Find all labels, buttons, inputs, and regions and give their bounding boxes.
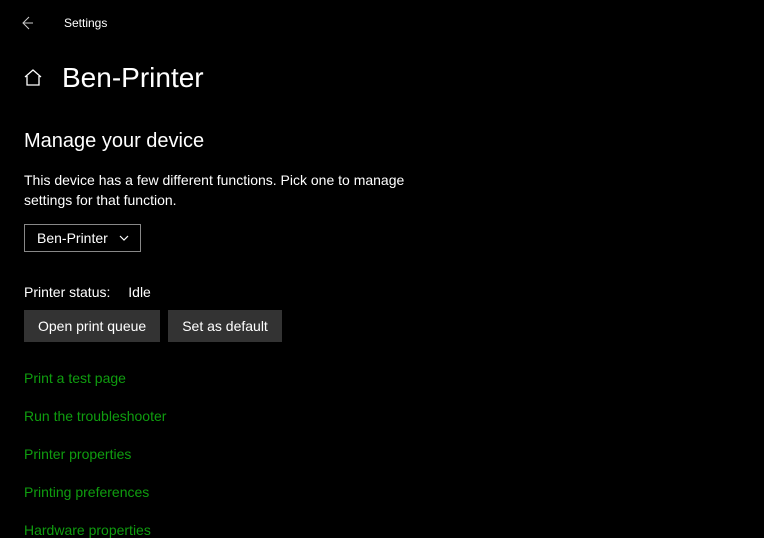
printer-properties-link[interactable]: Printer properties — [24, 446, 764, 462]
function-dropdown[interactable]: Ben-Printer — [24, 224, 141, 252]
section-title: Manage your device — [24, 130, 764, 153]
header-bar: Settings — [0, 0, 764, 36]
chevron-down-icon — [118, 232, 130, 244]
printing-preferences-link[interactable]: Printing preferences — [24, 484, 764, 500]
print-test-page-link[interactable]: Print a test page — [24, 370, 764, 386]
title-row: Ben-Printer — [0, 36, 764, 94]
run-troubleshooter-link[interactable]: Run the troubleshooter — [24, 408, 764, 424]
back-icon[interactable] — [18, 14, 36, 32]
button-row: Open print queue Set as default — [24, 310, 764, 342]
section-description: This device has a few different function… — [24, 171, 444, 210]
content-area: Manage your device This device has a few… — [0, 94, 764, 538]
dropdown-selected: Ben-Printer — [37, 230, 108, 246]
home-icon[interactable] — [22, 67, 44, 89]
hardware-properties-link[interactable]: Hardware properties — [24, 522, 764, 538]
open-print-queue-button[interactable]: Open print queue — [24, 310, 160, 342]
links-section: Print a test page Run the troubleshooter… — [24, 370, 764, 538]
set-as-default-button[interactable]: Set as default — [168, 310, 282, 342]
status-value: Idle — [128, 284, 151, 300]
header-label: Settings — [64, 16, 107, 30]
page-title: Ben-Printer — [62, 62, 204, 94]
status-label: Printer status: — [24, 284, 110, 300]
status-row: Printer status: Idle — [24, 284, 764, 300]
